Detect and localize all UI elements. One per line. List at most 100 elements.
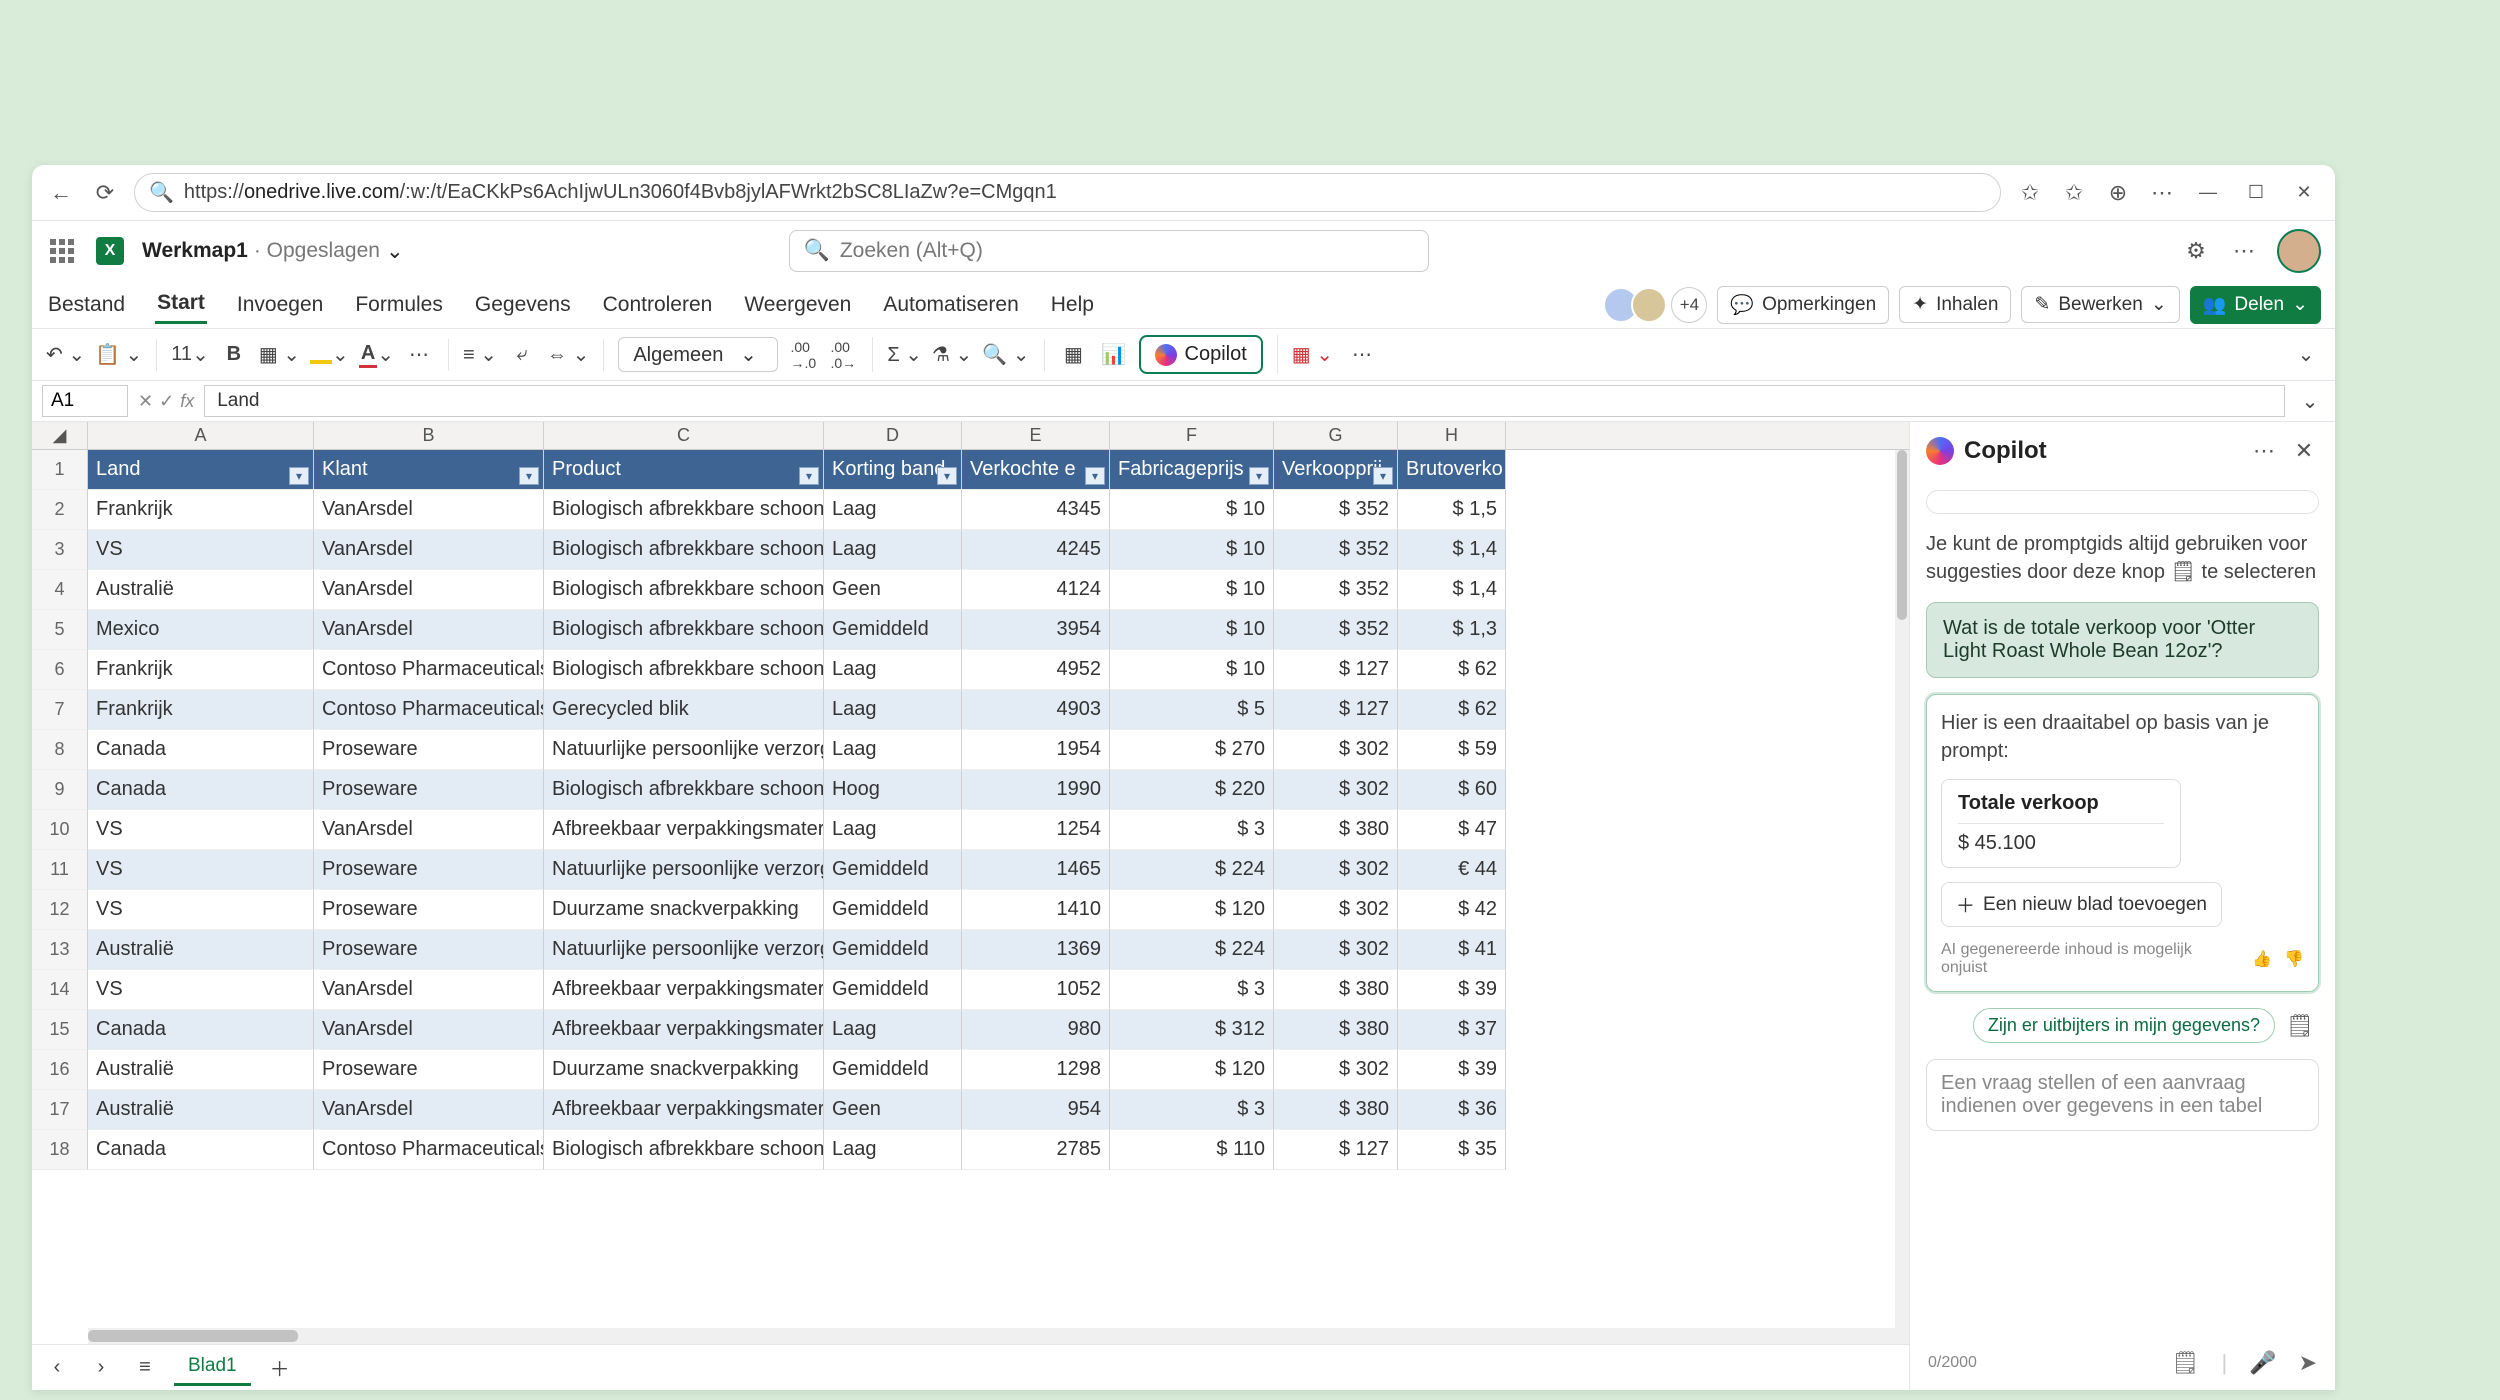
header-cell[interactable]: Land▾ xyxy=(88,450,314,490)
row-number[interactable]: 6 xyxy=(32,650,88,690)
cell[interactable]: VanArsdel xyxy=(314,970,544,1010)
cell[interactable]: Afbreekbaar verpakkingsmateriaal xyxy=(544,970,824,1010)
cell[interactable]: € 44 xyxy=(1398,850,1506,890)
row-number[interactable]: 7 xyxy=(32,690,88,730)
col-header[interactable]: H xyxy=(1398,422,1506,449)
filter-icon[interactable]: ▾ xyxy=(937,467,957,485)
cell[interactable]: $ 3 xyxy=(1110,970,1274,1010)
filter-icon[interactable]: ▾ xyxy=(289,467,309,485)
cell[interactable]: Biologisch afbrekkbare schoonma xyxy=(544,1130,824,1170)
col-header[interactable]: A xyxy=(88,422,314,449)
cell[interactable]: Laag xyxy=(824,650,962,690)
tab-data[interactable]: Gegevens xyxy=(473,287,573,323)
cell[interactable]: 954 xyxy=(962,1090,1110,1130)
cell[interactable]: $ 380 xyxy=(1274,1090,1398,1130)
cell[interactable]: Geen xyxy=(824,1090,962,1130)
cell[interactable]: $ 62 xyxy=(1398,650,1506,690)
enter-formula-icon[interactable]: ✓ xyxy=(159,391,174,412)
cell[interactable]: $ 302 xyxy=(1274,850,1398,890)
app-launcher-icon[interactable] xyxy=(46,235,78,267)
cell[interactable]: $ 352 xyxy=(1274,490,1398,530)
decrease-decimal-button[interactable]: .00→.0 xyxy=(788,339,818,371)
cell[interactable]: Gemiddeld xyxy=(824,890,962,930)
minimize-button[interactable]: — xyxy=(2191,178,2225,208)
cell[interactable]: Laag xyxy=(824,730,962,770)
cell[interactable]: $ 1,4 xyxy=(1398,530,1506,570)
cell[interactable]: $ 302 xyxy=(1274,770,1398,810)
refresh-icon[interactable]: ⟳ xyxy=(90,178,120,208)
row-number[interactable]: 17 xyxy=(32,1090,88,1130)
more-icon[interactable]: ⋯ xyxy=(2229,236,2259,266)
cell[interactable]: VanArsdel xyxy=(314,610,544,650)
cell[interactable]: $ 127 xyxy=(1274,650,1398,690)
presence-avatar[interactable] xyxy=(1631,287,1667,323)
cell[interactable]: Proseware xyxy=(314,890,544,930)
cell[interactable]: VS xyxy=(88,810,314,850)
search-input[interactable]: 🔍 Zoeken (Alt+Q) xyxy=(789,230,1429,272)
cell[interactable]: $ 39 xyxy=(1398,970,1506,1010)
find-button[interactable]: 🔍 ⌄ xyxy=(982,339,1029,371)
cell[interactable]: $ 41 xyxy=(1398,930,1506,970)
col-header[interactable]: D xyxy=(824,422,962,449)
row-number[interactable]: 10 xyxy=(32,810,88,850)
cell[interactable]: VS xyxy=(88,970,314,1010)
cell[interactable]: Canada xyxy=(88,770,314,810)
cell[interactable]: $ 120 xyxy=(1110,890,1274,930)
cell[interactable]: 4952 xyxy=(962,650,1110,690)
format-table-button[interactable]: ▦ ⌄ xyxy=(1292,339,1333,371)
tab-automate[interactable]: Automatiseren xyxy=(881,287,1020,323)
cell[interactable]: $ 39 xyxy=(1398,1050,1506,1090)
cell[interactable]: 3954 xyxy=(962,610,1110,650)
cell[interactable]: Mexico xyxy=(88,610,314,650)
cell[interactable]: $ 47 xyxy=(1398,810,1506,850)
cell[interactable]: VS xyxy=(88,890,314,930)
sheet-tab[interactable]: Blad1 xyxy=(174,1349,251,1386)
cell[interactable]: $ 220 xyxy=(1110,770,1274,810)
cell[interactable]: Afbreekbaar verpakkingsmateriaal xyxy=(544,1010,824,1050)
cell[interactable]: Australië xyxy=(88,570,314,610)
cell[interactable]: Frankrijk xyxy=(88,650,314,690)
cell[interactable]: $ 380 xyxy=(1274,1010,1398,1050)
col-header[interactable]: F xyxy=(1110,422,1274,449)
cell[interactable]: $ 10 xyxy=(1110,610,1274,650)
font-color-button[interactable]: A ⌄ xyxy=(359,339,394,371)
number-format-select[interactable]: Algemeen ⌄ xyxy=(618,337,778,372)
col-header[interactable]: E xyxy=(962,422,1110,449)
cell[interactable]: Contoso Pharmaceuticals xyxy=(314,650,544,690)
cell[interactable]: $ 302 xyxy=(1274,1050,1398,1090)
fx-icon[interactable]: fx xyxy=(180,391,194,412)
tab-view[interactable]: Weergeven xyxy=(742,287,853,323)
cell[interactable]: Biologisch afbrekkbare schoonma xyxy=(544,770,824,810)
cell[interactable]: 1990 xyxy=(962,770,1110,810)
cell[interactable]: Laag xyxy=(824,530,962,570)
cell[interactable]: Laag xyxy=(824,490,962,530)
cell[interactable]: Biologisch afbrekkbare schoonma xyxy=(544,650,824,690)
send-icon[interactable]: ➤ xyxy=(2299,1350,2317,1376)
filter-icon[interactable]: ▾ xyxy=(799,467,819,485)
copilot-button[interactable]: Copilot xyxy=(1139,335,1263,374)
cell[interactable]: Gerecycled blik xyxy=(544,690,824,730)
cancel-formula-icon[interactable]: ✕ xyxy=(138,391,153,412)
cell[interactable]: $ 10 xyxy=(1110,530,1274,570)
header-cell[interactable]: Brutoverko xyxy=(1398,450,1506,490)
favorites-icon[interactable]: ✩ xyxy=(2059,178,2089,208)
cell[interactable]: $ 5 xyxy=(1110,690,1274,730)
cell[interactable]: $ 10 xyxy=(1110,650,1274,690)
ribbon-collapse-icon[interactable]: ⌄ xyxy=(2291,339,2321,371)
more-icon[interactable]: ⋯ xyxy=(2147,178,2177,208)
cell[interactable]: Gemiddeld xyxy=(824,850,962,890)
formula-bar[interactable]: Land xyxy=(204,385,2285,417)
cell[interactable]: Natuurlijke persoonlijke verzorging xyxy=(544,850,824,890)
editing-mode-button[interactable]: ✎Bewerken ⌄ xyxy=(2021,286,2179,323)
cell[interactable]: Canada xyxy=(88,730,314,770)
row-number[interactable]: 8 xyxy=(32,730,88,770)
cell[interactable]: VanArsdel xyxy=(314,490,544,530)
toolbar-overflow-icon[interactable]: ⋯ xyxy=(1347,339,1377,371)
row-number[interactable]: 5 xyxy=(32,610,88,650)
cell[interactable]: Australië xyxy=(88,930,314,970)
cell[interactable]: 1052 xyxy=(962,970,1110,1010)
cell[interactable]: VanArsdel xyxy=(314,1090,544,1130)
cell[interactable]: $ 3 xyxy=(1110,810,1274,850)
share-button[interactable]: 👥Delen ⌄ xyxy=(2190,286,2321,324)
cell[interactable]: 4345 xyxy=(962,490,1110,530)
